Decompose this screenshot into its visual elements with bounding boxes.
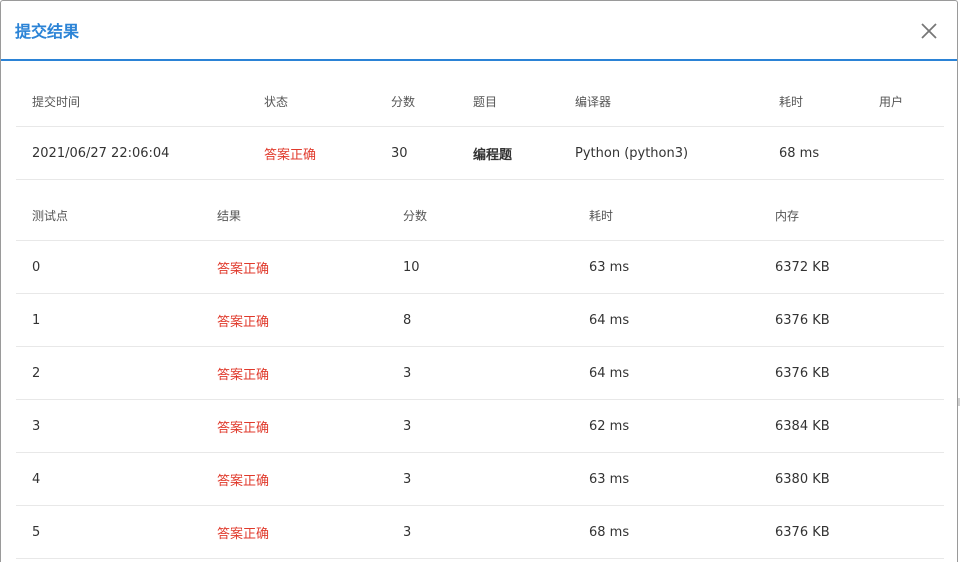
case-score: 3: [387, 346, 573, 400]
problem-link[interactable]: 编程题: [457, 126, 559, 180]
case-score: 8: [387, 293, 573, 347]
table-row: 3 答案正确 3 62 ms 6384 KB: [16, 399, 944, 453]
case-result: 答案正确: [201, 293, 387, 347]
dialog-title: 提交结果: [15, 22, 80, 41]
table-row: 1 答案正确 8 64 ms 6376 KB: [16, 293, 944, 347]
case-id: 2: [16, 346, 201, 400]
case-result: 答案正确: [201, 505, 387, 559]
case-time: 62 ms: [573, 399, 759, 453]
total-score: 30: [375, 126, 457, 180]
table-row: 0 答案正确 10 63 ms 6372 KB: [16, 240, 944, 294]
case-result: 答案正确: [201, 399, 387, 453]
header-user: 用户: [863, 77, 944, 127]
case-id: 3: [16, 399, 201, 453]
header-status: 状态: [248, 77, 375, 127]
header-memory: 内存: [759, 190, 944, 241]
case-time: 68 ms: [573, 505, 759, 559]
header-test-point: 测试点: [16, 190, 201, 241]
header-case-score: 分数: [387, 190, 573, 241]
header-elapsed: 耗时: [763, 77, 863, 127]
summary-header-row: 提交时间 状态 分数 题目 编译器 耗时 用户: [16, 77, 944, 127]
case-memory: 6384 KB: [759, 399, 944, 453]
header-score: 分数: [375, 77, 457, 127]
case-result: 答案正确: [201, 240, 387, 294]
case-score: 3: [387, 452, 573, 506]
case-memory: 6376 KB: [759, 293, 944, 347]
elapsed-time: 68 ms: [763, 126, 863, 180]
case-memory: 6376 KB: [759, 505, 944, 559]
case-score: 10: [387, 240, 573, 294]
case-memory: 6376 KB: [759, 346, 944, 400]
case-time: 63 ms: [573, 240, 759, 294]
header-problem: 题目: [457, 77, 559, 127]
submission-summary-table: 提交时间 状态 分数 题目 编译器 耗时 用户 2021/06/27 22:06…: [16, 77, 944, 180]
compiler-name: Python (python3): [559, 126, 763, 180]
case-memory: 6380 KB: [759, 452, 944, 506]
submit-time: 2021/06/27 22:06:04: [16, 126, 248, 180]
case-result: 答案正确: [201, 452, 387, 506]
case-time: 64 ms: [573, 346, 759, 400]
user-name[interactable]: [863, 126, 944, 180]
header-submit-time: 提交时间: [16, 77, 248, 127]
test-cases-table: 测试点 结果 分数 耗时 内存 0 答案正确 10 63 ms 6372 KB …: [16, 190, 944, 559]
case-id: 0: [16, 240, 201, 294]
case-score: 3: [387, 399, 573, 453]
submission-result-dialog: 提交结果 提交时间 状态 分数 题目 编译器 耗时 用户 2021/06/27 …: [0, 0, 958, 562]
case-id: 4: [16, 452, 201, 506]
case-time: 64 ms: [573, 293, 759, 347]
table-row: 5 答案正确 3 68 ms 6376 KB: [16, 505, 944, 559]
cases-header-row: 测试点 结果 分数 耗时 内存: [16, 190, 944, 241]
header-result: 结果: [201, 190, 387, 241]
case-result: 答案正确: [201, 346, 387, 400]
dialog-header: 提交结果: [1, 1, 957, 61]
case-time: 63 ms: [573, 452, 759, 506]
case-memory: 6372 KB: [759, 240, 944, 294]
status-text: 答案正确: [248, 126, 375, 180]
case-id: 1: [16, 293, 201, 347]
header-compiler: 编译器: [559, 77, 763, 127]
header-case-time: 耗时: [573, 190, 759, 241]
summary-row: 2021/06/27 22:06:04 答案正确 30 编程题 Python (…: [16, 126, 944, 180]
case-id: 5: [16, 505, 201, 559]
close-icon[interactable]: [919, 21, 939, 41]
table-row: 4 答案正确 3 63 ms 6380 KB: [16, 452, 944, 506]
table-row: 2 答案正确 3 64 ms 6376 KB: [16, 346, 944, 400]
close-button[interactable]: [919, 21, 939, 41]
case-score: 3: [387, 505, 573, 559]
